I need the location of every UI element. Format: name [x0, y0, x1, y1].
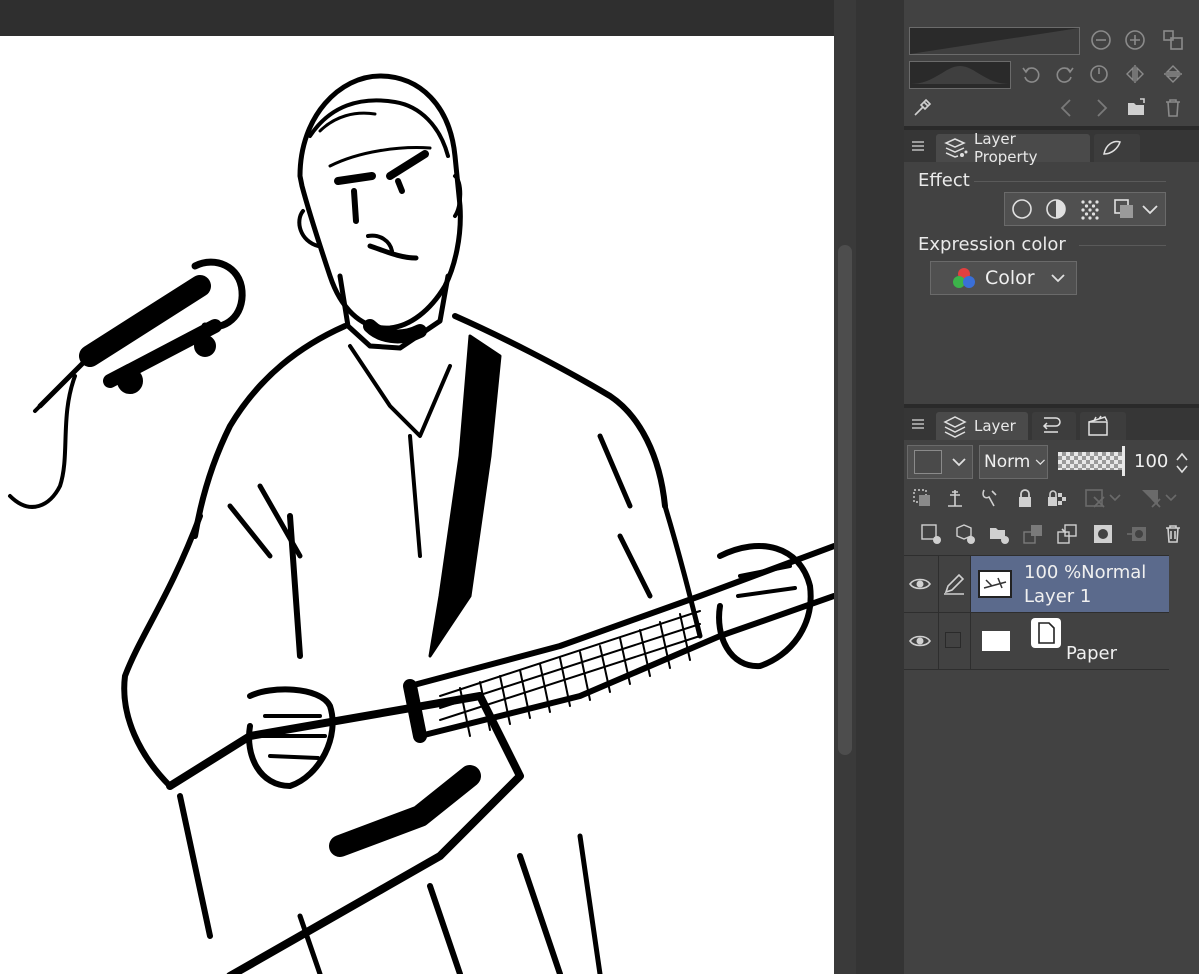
mask-disabled-icon [1082, 485, 1126, 511]
brush-stroke-preview[interactable] [909, 61, 1011, 89]
effect-buttons-group [1004, 192, 1166, 226]
column-divider [970, 613, 971, 669]
extract-line-icon[interactable] [1043, 196, 1069, 222]
expression-color-dropdown[interactable]: Color [930, 261, 1077, 295]
resize-icon[interactable] [1160, 27, 1186, 53]
column-divider [970, 556, 971, 612]
tab-history[interactable] [1032, 412, 1076, 440]
paper-thumbnail [982, 631, 1010, 651]
rotate-right-icon[interactable] [1052, 61, 1078, 87]
tab-palette[interactable] [1094, 134, 1140, 162]
effect-divider [974, 181, 1166, 182]
new-raster-layer-icon[interactable] [918, 521, 944, 547]
tab-layer-label: Layer [974, 417, 1016, 435]
edit-target-checkbox[interactable] [945, 632, 961, 648]
layer-opacity-mode: 100 %Normal [1024, 562, 1147, 583]
plus-circle-icon[interactable] [1122, 27, 1148, 53]
layer-tabbar: Layer [904, 408, 1199, 440]
tab-layer-property-label: Layer Property [973, 130, 1038, 166]
tab-layer[interactable]: Layer [936, 412, 1028, 440]
layer-property-icon [944, 138, 968, 158]
clapperboard-icon [1088, 415, 1108, 436]
eye-icon[interactable] [908, 572, 932, 596]
opacity-slider-handle[interactable] [1122, 446, 1125, 476]
stroke-curve-icon [910, 66, 1010, 84]
color-circles-icon [953, 268, 975, 288]
opacity-slider[interactable] [1058, 452, 1122, 470]
blend-mode-value: Norm [984, 452, 1031, 472]
ruler-disabled-icon [1138, 485, 1182, 511]
border-effect-icon[interactable] [1009, 196, 1035, 222]
expression-color-title: Expression color [918, 234, 1066, 255]
layer-row-layer-1[interactable]: 100 %Normal Layer 1 [904, 556, 1169, 612]
rotate-left-icon[interactable] [1018, 61, 1044, 87]
layer-row-paper[interactable]: Paper [904, 613, 1169, 669]
rotation-reset-icon[interactable] [1086, 61, 1112, 87]
scrollbar-thumb[interactable] [838, 245, 852, 755]
canvas-vertical-scrollbar[interactable] [834, 0, 856, 974]
right-panel: Layer Property Effect Expression color C… [904, 0, 1199, 974]
expression-color-value: Color [985, 267, 1035, 289]
paper-layer-icon [1031, 618, 1061, 648]
eye-icon[interactable] [908, 629, 932, 653]
sketch-thumbnail-icon [983, 577, 1007, 589]
drawing-canvas[interactable] [0, 36, 834, 974]
column-divider [938, 613, 939, 669]
layer-color-swatch [914, 450, 942, 474]
layers-icon [943, 416, 967, 438]
merge-down-icon[interactable] [1054, 521, 1080, 547]
history-icon [1042, 417, 1061, 433]
panel-gutter [856, 0, 904, 974]
chevron-down-icon [1050, 274, 1065, 283]
flip-vertical-icon[interactable] [1160, 61, 1186, 87]
layer-property-tabbar: Layer Property [904, 130, 1199, 166]
canvas-top-bar [0, 0, 834, 36]
expression-color-divider [1079, 245, 1166, 246]
palette-icon [1103, 140, 1121, 155]
draft-layer-icon[interactable] [976, 485, 1002, 511]
layer-list-divider [904, 669, 1169, 670]
effect-title: Effect [918, 170, 970, 191]
opacity-spinner-icon[interactable] [1174, 450, 1190, 476]
chevron-down-icon[interactable] [1137, 196, 1163, 222]
layer-color-dropdown[interactable] [907, 445, 973, 479]
pencil-icon[interactable] [942, 572, 966, 596]
new-vector-layer-icon[interactable] [952, 521, 978, 547]
sketch-artwork [8, 73, 834, 974]
panel-menu-icon[interactable] [910, 416, 926, 432]
tone-icon[interactable] [1077, 196, 1103, 222]
layer-name: Paper [1066, 643, 1117, 664]
brush-size-slider[interactable] [909, 27, 1080, 55]
transfer-to-lower-layer-icon[interactable] [1020, 521, 1046, 547]
delete-layer-icon[interactable] [1160, 521, 1186, 547]
layer-thumbnail [978, 570, 1012, 598]
tab-layer-property[interactable]: Layer Property [936, 130, 1090, 166]
new-folder-icon[interactable] [986, 521, 1012, 547]
reference-layer-icon[interactable] [942, 485, 968, 511]
clip-lower-layer-icon[interactable] [909, 485, 935, 511]
opacity-value[interactable]: 100 [1134, 451, 1168, 472]
chevron-right-icon[interactable] [1088, 95, 1114, 121]
tab-animation[interactable] [1080, 412, 1126, 440]
apply-mask-icon[interactable] [1124, 521, 1150, 547]
chevron-down-icon [952, 458, 966, 467]
eyedropper-icon[interactable] [909, 95, 935, 121]
chevron-left-icon[interactable] [1054, 95, 1080, 121]
lock-transparent-icon[interactable] [1044, 485, 1070, 511]
open-folder-icon[interactable] [1124, 95, 1150, 121]
blend-mode-dropdown[interactable]: Norm [979, 445, 1048, 479]
create-mask-icon[interactable] [1090, 521, 1116, 547]
brush-size-gradient-icon [910, 28, 1079, 54]
layer-name: Layer 1 [1024, 586, 1092, 607]
trash-icon[interactable] [1160, 95, 1186, 121]
lock-icon[interactable] [1012, 485, 1038, 511]
panel-menu-icon[interactable] [910, 138, 926, 154]
flip-horizontal-icon[interactable] [1122, 61, 1148, 87]
layer-color-icon[interactable] [1111, 196, 1137, 222]
minus-circle-icon[interactable] [1088, 27, 1114, 53]
chevron-down-icon [1036, 459, 1046, 465]
column-divider [938, 556, 939, 612]
